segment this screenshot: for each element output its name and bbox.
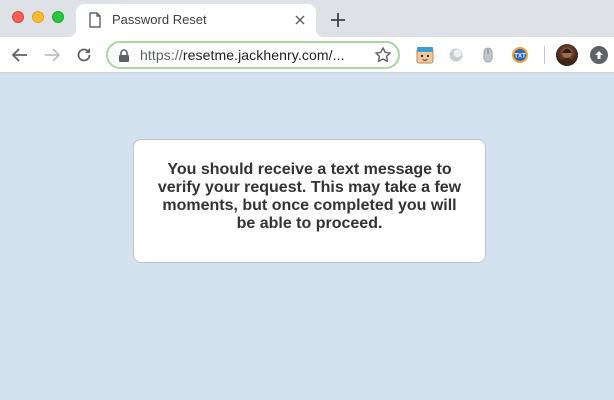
page-content: You should receive a text message to ver…	[0, 73, 614, 400]
note-face-icon[interactable]	[416, 46, 434, 64]
plus-icon	[331, 13, 345, 27]
url-text: https://resetme.jackhenry.com/...	[140, 47, 345, 63]
reload-icon	[77, 48, 91, 62]
reload-button[interactable]	[72, 43, 96, 67]
update-button[interactable]	[590, 46, 608, 64]
tab-strip: Password Reset	[0, 0, 614, 37]
toolbar-divider	[544, 46, 545, 64]
document-icon	[88, 12, 102, 28]
back-arrow-icon	[12, 48, 27, 62]
browser-toolbar: https://resetme.jackhenry.com/... TXT	[0, 37, 614, 73]
txt-extension-label: TXT	[514, 54, 526, 60]
url-host: resetme.jackhenry.com/...	[182, 47, 345, 63]
mouse-extension-icon[interactable]	[479, 46, 497, 64]
url-scheme: https://	[140, 47, 183, 63]
bookmark-star-icon[interactable]	[374, 46, 392, 64]
verification-message: You should receive a text message to ver…	[157, 161, 462, 232]
window-minimize-button[interactable]	[32, 11, 44, 23]
txt-extension-icon[interactable]: TXT	[511, 46, 529, 64]
tab-password-reset[interactable]: Password Reset	[68, 4, 324, 37]
message-card: You should receive a text message to ver…	[133, 139, 486, 263]
close-tab-icon[interactable]	[292, 12, 308, 28]
arrow-up-icon	[595, 51, 603, 59]
lock-icon[interactable]	[118, 49, 130, 62]
circle-extension-icon[interactable]	[447, 46, 465, 64]
tab-title: Password Reset	[112, 12, 207, 27]
forward-button[interactable]	[40, 43, 64, 67]
window-close-button[interactable]	[12, 11, 24, 23]
window-maximize-button[interactable]	[52, 11, 64, 23]
new-tab-button[interactable]	[328, 10, 348, 30]
address-bar[interactable]: https://resetme.jackhenry.com/...	[106, 41, 400, 69]
back-button[interactable]	[8, 43, 32, 67]
profile-avatar[interactable]	[556, 44, 578, 66]
forward-arrow-icon	[45, 48, 60, 62]
